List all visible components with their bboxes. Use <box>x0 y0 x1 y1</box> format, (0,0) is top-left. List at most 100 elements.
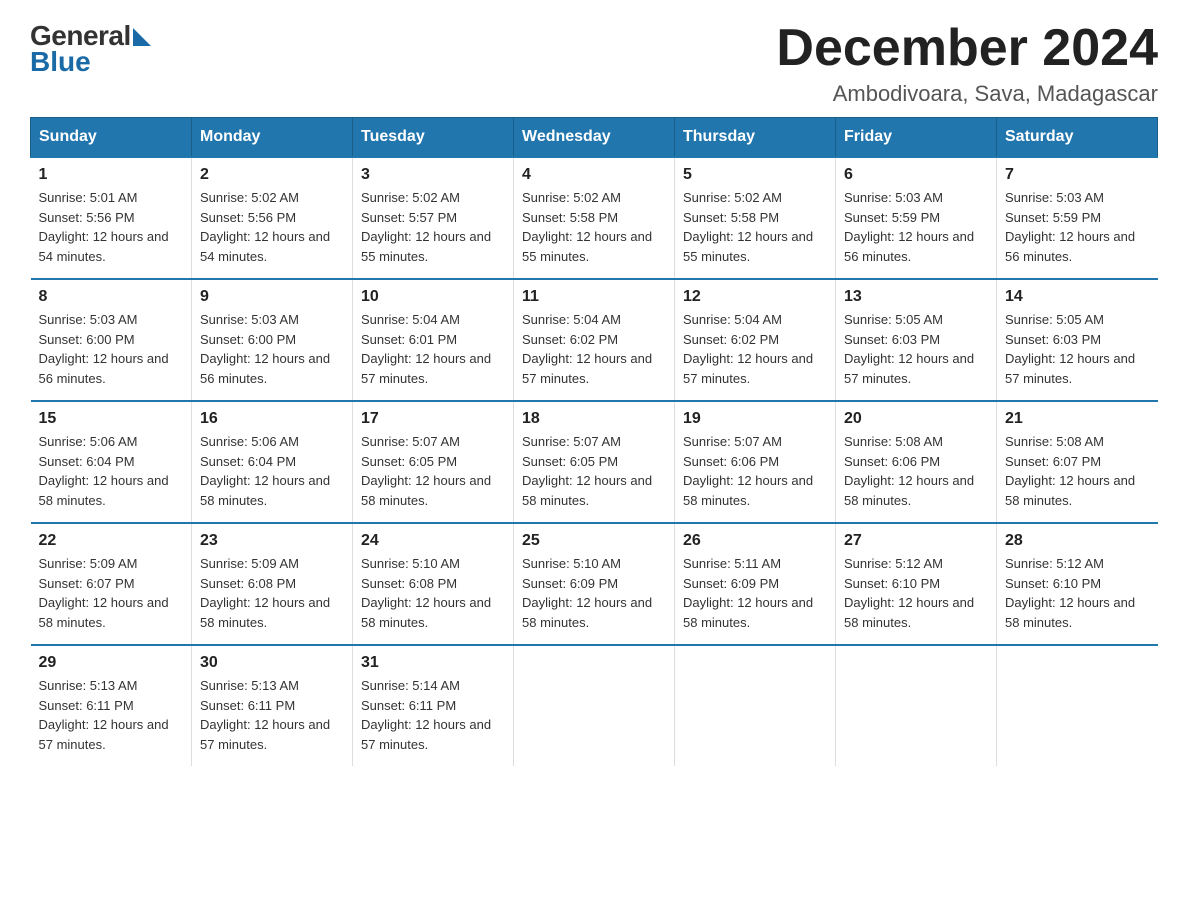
calendar-day-cell: 7 Sunrise: 5:03 AMSunset: 5:59 PMDaylight… <box>997 157 1158 279</box>
day-info: Sunrise: 5:03 AMSunset: 5:59 PMDaylight:… <box>844 188 988 266</box>
calendar-day-cell: 31 Sunrise: 5:14 AMSunset: 6:11 PMDayligh… <box>353 645 514 766</box>
day-number: 31 <box>361 654 505 672</box>
day-number: 30 <box>200 654 344 672</box>
calendar-day-cell <box>514 645 675 766</box>
calendar-day-cell <box>675 645 836 766</box>
calendar-table: Sunday Monday Tuesday Wednesday Thursday… <box>30 117 1158 766</box>
day-info: Sunrise: 5:13 AMSunset: 6:11 PMDaylight:… <box>39 676 184 754</box>
calendar-header: Sunday Monday Tuesday Wednesday Thursday… <box>31 118 1158 158</box>
day-number: 15 <box>39 410 184 428</box>
day-info: Sunrise: 5:06 AMSunset: 6:04 PMDaylight:… <box>200 432 344 510</box>
logo-arrow-icon <box>133 28 151 46</box>
day-number: 13 <box>844 288 988 306</box>
calendar-day-cell: 12 Sunrise: 5:04 AMSunset: 6:02 PMDayligh… <box>675 279 836 401</box>
day-number: 11 <box>522 288 666 306</box>
weekday-wednesday: Wednesday <box>514 118 675 158</box>
calendar-day-cell: 6Sunrise: 5:03 AMSunset: 5:59 PMDaylight… <box>836 157 997 279</box>
day-number: 26 <box>683 532 827 550</box>
calendar-day-cell: 3 Sunrise: 5:02 AMSunset: 5:57 PMDaylight… <box>353 157 514 279</box>
day-number: 29 <box>39 654 184 672</box>
logo: General Blue <box>30 20 151 78</box>
day-info: Sunrise: 5:08 AMSunset: 6:07 PMDaylight:… <box>1005 432 1150 510</box>
day-info: Sunrise: 5:07 AMSunset: 6:05 PMDaylight:… <box>361 432 505 510</box>
day-info: Sunrise: 5:13 AMSunset: 6:11 PMDaylight:… <box>200 676 344 754</box>
calendar-day-cell: 19Sunrise: 5:07 AMSunset: 6:06 PMDayligh… <box>675 401 836 523</box>
calendar-day-cell: 26 Sunrise: 5:11 AMSunset: 6:09 PMDayligh… <box>675 523 836 645</box>
calendar-day-cell: 30 Sunrise: 5:13 AMSunset: 6:11 PMDayligh… <box>192 645 353 766</box>
day-number: 27 <box>844 532 988 550</box>
calendar-day-cell: 25 Sunrise: 5:10 AMSunset: 6:09 PMDayligh… <box>514 523 675 645</box>
weekday-friday: Friday <box>836 118 997 158</box>
logo-blue-text: Blue <box>30 46 91 78</box>
day-info: Sunrise: 5:02 AMSunset: 5:58 PMDaylight:… <box>683 188 827 266</box>
day-info: Sunrise: 5:07 AMSunset: 6:05 PMDaylight:… <box>522 432 666 510</box>
day-number: 1 <box>39 166 184 184</box>
calendar-week-row: 22 Sunrise: 5:09 AMSunset: 6:07 PMDayligh… <box>31 523 1158 645</box>
day-info: Sunrise: 5:06 AMSunset: 6:04 PMDaylight:… <box>39 432 184 510</box>
calendar-day-cell: 23Sunrise: 5:09 AMSunset: 6:08 PMDayligh… <box>192 523 353 645</box>
day-info: Sunrise: 5:04 AMSunset: 6:02 PMDaylight:… <box>683 310 827 388</box>
calendar-day-cell: 28Sunrise: 5:12 AMSunset: 6:10 PMDayligh… <box>997 523 1158 645</box>
calendar-day-cell: 20 Sunrise: 5:08 AMSunset: 6:06 PMDayligh… <box>836 401 997 523</box>
calendar-week-row: 29 Sunrise: 5:13 AMSunset: 6:11 PMDayligh… <box>31 645 1158 766</box>
calendar-day-cell: 24 Sunrise: 5:10 AMSunset: 6:08 PMDayligh… <box>353 523 514 645</box>
calendar-day-cell: 13 Sunrise: 5:05 AMSunset: 6:03 PMDayligh… <box>836 279 997 401</box>
day-number: 14 <box>1005 288 1150 306</box>
calendar-day-cell <box>997 645 1158 766</box>
day-number: 24 <box>361 532 505 550</box>
day-number: 19 <box>683 410 827 428</box>
day-info: Sunrise: 5:08 AMSunset: 6:06 PMDaylight:… <box>844 432 988 510</box>
day-number: 22 <box>39 532 184 550</box>
day-info: Sunrise: 5:02 AMSunset: 5:57 PMDaylight:… <box>361 188 505 266</box>
calendar-body: 1Sunrise: 5:01 AMSunset: 5:56 PMDaylight… <box>31 157 1158 766</box>
day-info: Sunrise: 5:04 AMSunset: 6:01 PMDaylight:… <box>361 310 505 388</box>
calendar-day-cell: 21 Sunrise: 5:08 AMSunset: 6:07 PMDayligh… <box>997 401 1158 523</box>
day-number: 5 <box>683 166 827 184</box>
calendar-day-cell: 15 Sunrise: 5:06 AMSunset: 6:04 PMDayligh… <box>31 401 192 523</box>
calendar-title-block: December 2024 Ambodivoara, Sava, Madagas… <box>776 20 1158 107</box>
day-info: Sunrise: 5:09 AMSunset: 6:07 PMDaylight:… <box>39 554 184 632</box>
weekday-sunday: Sunday <box>31 118 192 158</box>
calendar-day-cell: 27 Sunrise: 5:12 AMSunset: 6:10 PMDayligh… <box>836 523 997 645</box>
calendar-title: December 2024 <box>776 20 1158 77</box>
day-number: 4 <box>522 166 666 184</box>
day-info: Sunrise: 5:02 AMSunset: 5:58 PMDaylight:… <box>522 188 666 266</box>
day-number: 3 <box>361 166 505 184</box>
day-info: Sunrise: 5:14 AMSunset: 6:11 PMDaylight:… <box>361 676 505 754</box>
calendar-day-cell: 14 Sunrise: 5:05 AMSunset: 6:03 PMDayligh… <box>997 279 1158 401</box>
calendar-subtitle: Ambodivoara, Sava, Madagascar <box>776 81 1158 107</box>
day-info: Sunrise: 5:12 AMSunset: 6:10 PMDaylight:… <box>1005 554 1150 632</box>
calendar-day-cell: 8Sunrise: 5:03 AMSunset: 6:00 PMDaylight… <box>31 279 192 401</box>
calendar-day-cell: 10 Sunrise: 5:04 AMSunset: 6:01 PMDayligh… <box>353 279 514 401</box>
day-info: Sunrise: 5:03 AMSunset: 5:59 PMDaylight:… <box>1005 188 1150 266</box>
day-info: Sunrise: 5:04 AMSunset: 6:02 PMDaylight:… <box>522 310 666 388</box>
day-info: Sunrise: 5:12 AMSunset: 6:10 PMDaylight:… <box>844 554 988 632</box>
weekday-header-row: Sunday Monday Tuesday Wednesday Thursday… <box>31 118 1158 158</box>
day-number: 21 <box>1005 410 1150 428</box>
day-number: 12 <box>683 288 827 306</box>
calendar-day-cell: 5 Sunrise: 5:02 AMSunset: 5:58 PMDaylight… <box>675 157 836 279</box>
calendar-day-cell: 4 Sunrise: 5:02 AMSunset: 5:58 PMDaylight… <box>514 157 675 279</box>
day-info: Sunrise: 5:05 AMSunset: 6:03 PMDaylight:… <box>844 310 988 388</box>
page-header: General Blue December 2024 Ambodivoara, … <box>30 20 1158 107</box>
day-info: Sunrise: 5:02 AMSunset: 5:56 PMDaylight:… <box>200 188 344 266</box>
day-info: Sunrise: 5:10 AMSunset: 6:09 PMDaylight:… <box>522 554 666 632</box>
day-number: 16 <box>200 410 344 428</box>
calendar-day-cell: 11 Sunrise: 5:04 AMSunset: 6:02 PMDayligh… <box>514 279 675 401</box>
calendar-day-cell <box>836 645 997 766</box>
day-number: 18 <box>522 410 666 428</box>
day-number: 17 <box>361 410 505 428</box>
weekday-monday: Monday <box>192 118 353 158</box>
day-info: Sunrise: 5:05 AMSunset: 6:03 PMDaylight:… <box>1005 310 1150 388</box>
day-number: 10 <box>361 288 505 306</box>
day-info: Sunrise: 5:11 AMSunset: 6:09 PMDaylight:… <box>683 554 827 632</box>
day-number: 25 <box>522 532 666 550</box>
day-number: 2 <box>200 166 344 184</box>
calendar-day-cell: 2 Sunrise: 5:02 AMSunset: 5:56 PMDaylight… <box>192 157 353 279</box>
weekday-tuesday: Tuesday <box>353 118 514 158</box>
calendar-day-cell: 22 Sunrise: 5:09 AMSunset: 6:07 PMDayligh… <box>31 523 192 645</box>
day-info: Sunrise: 5:10 AMSunset: 6:08 PMDaylight:… <box>361 554 505 632</box>
day-number: 7 <box>1005 166 1150 184</box>
day-number: 20 <box>844 410 988 428</box>
day-info: Sunrise: 5:09 AMSunset: 6:08 PMDaylight:… <box>200 554 344 632</box>
